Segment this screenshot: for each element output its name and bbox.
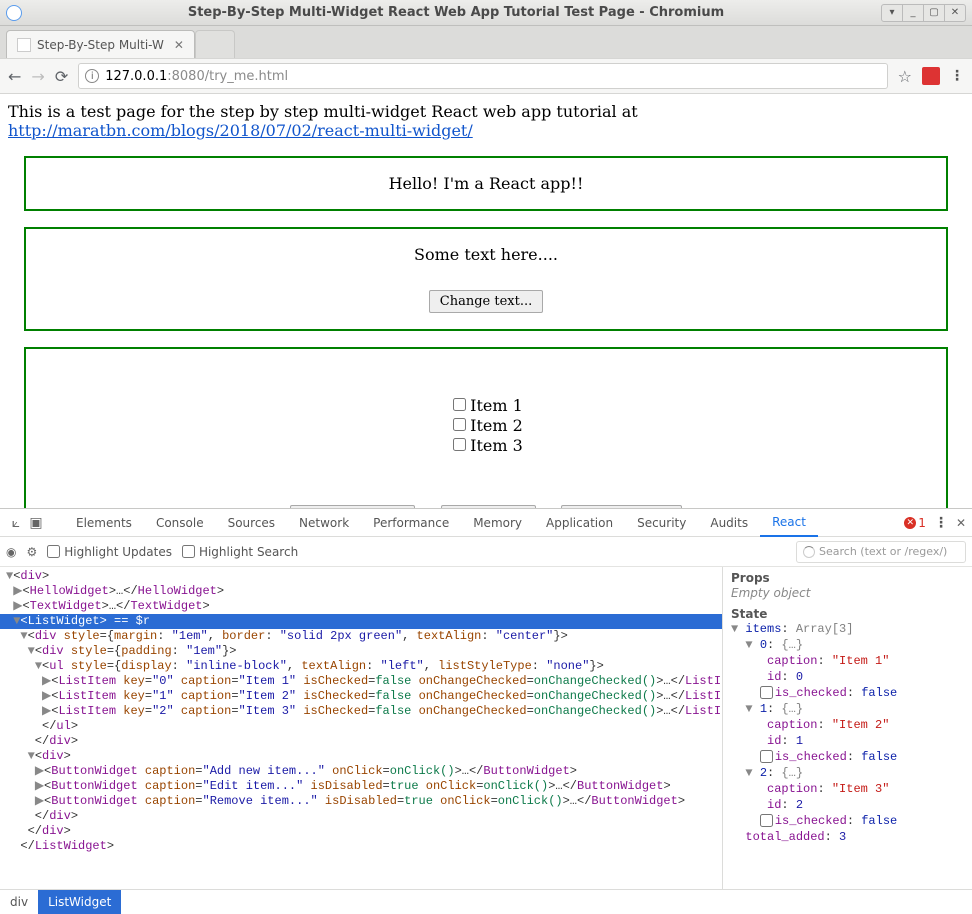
state-total-added-key: total_added bbox=[745, 830, 824, 844]
browser-menu-icon[interactable]: ⋮ bbox=[950, 68, 964, 84]
state-item-1[interactable]: 1 bbox=[760, 702, 767, 716]
is-checked-toggle[interactable] bbox=[760, 686, 773, 699]
minimize2-button[interactable]: _ bbox=[902, 4, 924, 22]
close-window-button[interactable]: ✕ bbox=[944, 4, 966, 22]
address-bar[interactable]: i 127.0.0.1:8080/try_me.html bbox=[78, 63, 887, 89]
item-label: Item 3 bbox=[470, 436, 523, 455]
crumb-div[interactable]: div bbox=[0, 890, 38, 914]
react-breadcrumbs: div ListWidget bbox=[0, 889, 972, 913]
selected-node: ▼<ListWidget> == $r bbox=[0, 614, 722, 629]
page-favicon bbox=[17, 38, 31, 52]
devtools-body: ▼<div> ▶<HelloWidget>…</HelloWidget> ▶<T… bbox=[0, 567, 972, 889]
devtools-close-icon[interactable]: ✕ bbox=[956, 516, 966, 530]
extension-icon[interactable] bbox=[922, 67, 940, 85]
props-empty: Empty object bbox=[731, 585, 964, 601]
highlight-search-label: Highlight Search bbox=[199, 545, 298, 559]
maximize-button[interactable]: ▢ bbox=[923, 4, 945, 22]
state-items-key[interactable]: items bbox=[745, 622, 781, 636]
close-tab-icon[interactable]: ✕ bbox=[174, 38, 184, 52]
item-checkbox[interactable] bbox=[453, 438, 466, 451]
devtools-tab-memory[interactable]: Memory bbox=[461, 509, 534, 537]
chromium-icon bbox=[6, 5, 22, 21]
reload-icon[interactable]: ⟳ bbox=[55, 67, 68, 86]
page-viewport: This is a test page for the step by step… bbox=[0, 94, 972, 508]
site-info-icon[interactable]: i bbox=[85, 69, 99, 83]
intro-link[interactable]: http://maratbn.com/blogs/2018/07/02/reac… bbox=[8, 121, 473, 140]
devtools-tab-application[interactable]: Application bbox=[534, 509, 625, 537]
devtools-menu-icon[interactable]: ⋮ bbox=[934, 515, 948, 531]
error-indicator[interactable]: ✕1 bbox=[904, 516, 926, 530]
state-total-added-val: 3 bbox=[839, 830, 846, 844]
is-checked-toggle[interactable] bbox=[760, 814, 773, 827]
list-item: Item 1 bbox=[449, 395, 523, 415]
state-item-0[interactable]: 0 bbox=[760, 638, 767, 652]
spinner-icon bbox=[803, 546, 815, 558]
change-text-button[interactable]: Change text... bbox=[429, 290, 543, 313]
back-icon[interactable]: ← bbox=[8, 67, 21, 86]
window-title: Step-By-Step Multi-Widget React Web App … bbox=[30, 5, 882, 20]
highlight-search-toggle[interactable]: Highlight Search bbox=[182, 545, 298, 559]
props-heading: Props bbox=[731, 571, 964, 585]
crumb-listwidget[interactable]: ListWidget bbox=[38, 890, 121, 914]
browser-toolbar: ← → ⟳ i 127.0.0.1:8080/try_me.html ☆ ⋮ bbox=[0, 58, 972, 94]
hello-text: Hello! I'm a React app!! bbox=[389, 174, 584, 193]
devtools-tab-security[interactable]: Security bbox=[625, 509, 698, 537]
intro-text: This is a test page for the step by step… bbox=[8, 102, 964, 140]
react-sidebar: Props Empty object State ▼ items: Array[… bbox=[722, 567, 972, 889]
highlight-updates-toggle[interactable]: Highlight Updates bbox=[47, 545, 172, 559]
window-buttons: ▾ _ ▢ ✕ bbox=[882, 4, 966, 22]
new-tab-button[interactable] bbox=[195, 30, 235, 58]
list-item: Item 3 bbox=[449, 435, 523, 455]
bookmark-star-icon[interactable]: ☆ bbox=[898, 67, 912, 86]
state-items-type: Array[3] bbox=[796, 622, 854, 636]
text-widget-text: Some text here.... bbox=[42, 245, 930, 264]
search-placeholder: Search (text or /regex/) bbox=[819, 545, 947, 558]
item-label: Item 2 bbox=[470, 416, 523, 435]
highlight-updates-label: Highlight Updates bbox=[64, 545, 172, 559]
item-checkbox[interactable] bbox=[453, 418, 466, 431]
item-checkbox[interactable] bbox=[453, 398, 466, 411]
tab-title: Step-By-Step Multi-W bbox=[37, 38, 164, 52]
inspect-icon[interactable]: ⟀ bbox=[6, 515, 26, 531]
eye-icon[interactable]: ◉ bbox=[6, 545, 16, 559]
devtools-panel: ⟀ ▣ Elements Console Sources Network Per… bbox=[0, 508, 972, 913]
devtools-tab-network[interactable]: Network bbox=[287, 509, 361, 537]
state-heading: State bbox=[731, 607, 964, 621]
browser-tab-active[interactable]: Step-By-Step Multi-W ✕ bbox=[6, 30, 195, 58]
react-subbar: ◉ ⚙ Highlight Updates Highlight Search S… bbox=[0, 537, 972, 567]
devtools-tab-audits[interactable]: Audits bbox=[698, 509, 760, 537]
devtools-tab-performance[interactable]: Performance bbox=[361, 509, 461, 537]
devtools-tab-console[interactable]: Console bbox=[144, 509, 216, 537]
error-count: 1 bbox=[918, 516, 926, 530]
intro-prefix: This is a test page for the step by step… bbox=[8, 102, 638, 121]
devtools-tab-react[interactable]: React bbox=[760, 509, 818, 537]
devtools-tabbar: ⟀ ▣ Elements Console Sources Network Per… bbox=[0, 509, 972, 537]
hello-widget: Hello! I'm a React app!! bbox=[24, 156, 948, 211]
minimize-button[interactable]: ▾ bbox=[881, 4, 903, 22]
browser-tab-strip: Step-By-Step Multi-W ✕ bbox=[0, 26, 972, 58]
devtools-tab-sources[interactable]: Sources bbox=[216, 509, 287, 537]
is-checked-toggle[interactable] bbox=[760, 750, 773, 763]
text-widget: Some text here.... Change text... bbox=[24, 227, 948, 331]
react-search[interactable]: Search (text or /regex/) bbox=[796, 541, 966, 563]
device-icon[interactable]: ▣ bbox=[26, 515, 46, 531]
window-titlebar: Step-By-Step Multi-Widget React Web App … bbox=[0, 0, 972, 26]
gear-icon[interactable]: ⚙ bbox=[26, 545, 37, 559]
url-rest: :8080/try_me.html bbox=[167, 69, 288, 84]
url-host: 127.0.0.1 bbox=[105, 69, 167, 84]
forward-icon[interactable]: → bbox=[31, 67, 44, 86]
item-label: Item 1 bbox=[470, 396, 523, 415]
state-item-2[interactable]: 2 bbox=[760, 766, 767, 780]
react-component-tree[interactable]: ▼<div> ▶<HelloWidget>…</HelloWidget> ▶<T… bbox=[0, 567, 722, 889]
list-item: Item 2 bbox=[449, 415, 523, 435]
devtools-tab-elements[interactable]: Elements bbox=[64, 509, 144, 537]
list-widget: Item 1 Item 2 Item 3 Add new item... Edi… bbox=[24, 347, 948, 508]
list-widget-items: Item 1 Item 2 Item 3 bbox=[449, 395, 523, 455]
